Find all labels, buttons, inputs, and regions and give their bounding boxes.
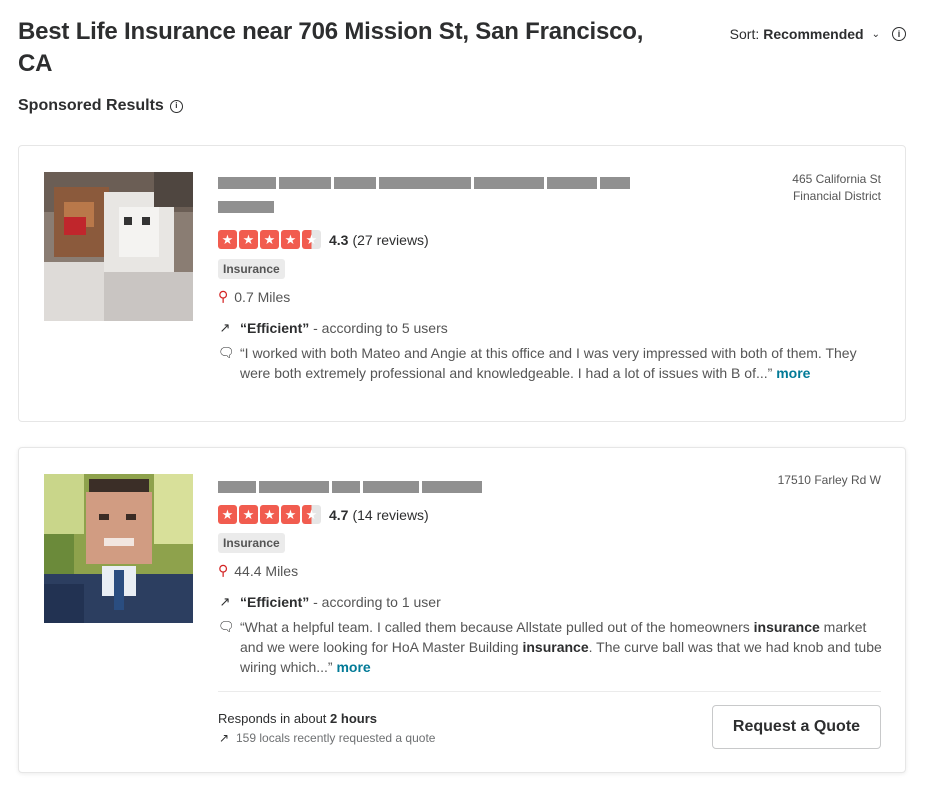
- sort-label: Sort:: [729, 26, 760, 42]
- trend-icon: ↗: [218, 731, 230, 745]
- category-tag[interactable]: Insurance: [218, 259, 285, 279]
- star-icon: ★: [218, 505, 237, 524]
- speech-bubble-icon: 🗨: [218, 619, 235, 634]
- snippet-keyword: insurance: [753, 619, 820, 635]
- star-icon: ★: [218, 230, 237, 249]
- business-photo[interactable]: [44, 474, 193, 623]
- more-link[interactable]: more: [336, 659, 370, 675]
- response-time: Responds in about 2 hours: [218, 711, 377, 726]
- rating-row: ★ ★ ★ ★ ★ 4.7 (14 reviews): [218, 505, 429, 524]
- info-icon[interactable]: i: [169, 99, 183, 113]
- sponsored-label: Sponsored Results: [18, 97, 164, 114]
- distance-value: 0.7 Miles: [234, 288, 291, 305]
- neighborhood: Financial District: [792, 189, 881, 203]
- address-line: 465 California St: [792, 172, 881, 186]
- locals-requested: ↗ 159 locals recently requested a quote: [218, 731, 436, 745]
- category-tag[interactable]: Insurance: [218, 533, 285, 553]
- responds-time: 2 hours: [330, 711, 377, 726]
- highlight-quote: “Efficient”: [240, 320, 310, 336]
- distance: ⚲ 0.7 Miles: [218, 288, 290, 305]
- business-address: 465 California St Financial District: [792, 171, 881, 205]
- locals-text: 159 locals recently requested a quote: [236, 731, 436, 745]
- business-name-redacted[interactable]: [218, 176, 630, 214]
- business-address: 17510 Farley Rd W: [778, 472, 881, 489]
- snippet-text: “I worked with both Mateo and Angie at t…: [240, 345, 857, 381]
- map-pin-icon: ⚲: [218, 288, 229, 304]
- snippet-keyword: insurance: [522, 639, 589, 655]
- sort-control[interactable]: Sort: Recommended ⌄ i: [730, 26, 906, 42]
- business-photo[interactable]: [44, 172, 193, 321]
- snippet-text: “What a helpful team. I called them beca…: [240, 619, 754, 635]
- address-line: 17510 Farley Rd W: [777, 473, 881, 487]
- highlight-suffix: - according to 1 user: [309, 594, 441, 610]
- review-snippet: 🗨 “I worked with both Mateo and Angie at…: [218, 343, 883, 383]
- highlight-quote: “Efficient”: [240, 594, 310, 610]
- star-icon: ★: [302, 230, 321, 249]
- chevron-down-icon[interactable]: ⌄: [872, 29, 880, 40]
- trend-icon: ↗: [219, 594, 231, 609]
- sponsored-header: Sponsored Results i: [18, 97, 183, 115]
- highlight: ↗ “Efficient” - according to 1 user: [218, 594, 441, 610]
- distance: ⚲ 44.4 Miles: [218, 562, 298, 579]
- page-title: Best Life Insurance near 706 Mission St,…: [18, 18, 644, 77]
- speech-bubble-icon: 🗨: [218, 345, 235, 360]
- star-icon: ★: [281, 230, 300, 249]
- star-rating: ★ ★ ★ ★ ★: [218, 505, 321, 524]
- map-pin-icon: ⚲: [218, 562, 229, 578]
- rating-row: ★ ★ ★ ★ ★ 4.3 (27 reviews): [218, 230, 429, 249]
- business-name-redacted[interactable]: [218, 480, 482, 494]
- rating-value: 4.7: [329, 506, 349, 523]
- review-count[interactable]: (27 reviews): [352, 232, 428, 248]
- request-quote-button[interactable]: Request a Quote: [712, 705, 881, 749]
- info-icon[interactable]: i: [892, 27, 906, 41]
- star-icon: ★: [260, 505, 279, 524]
- review-count[interactable]: (14 reviews): [352, 507, 428, 523]
- review-snippet: 🗨 “What a helpful team. I called them be…: [218, 617, 883, 677]
- divider: [218, 691, 881, 692]
- highlight-suffix: - according to 5 users: [309, 320, 448, 336]
- rating-value: 4.3: [329, 231, 349, 248]
- star-icon: ★: [239, 505, 258, 524]
- distance-value: 44.4 Miles: [234, 562, 299, 579]
- star-icon: ★: [281, 505, 300, 524]
- highlight: ↗ “Efficient” - according to 5 users: [218, 320, 448, 336]
- sort-value[interactable]: Recommended: [763, 26, 863, 42]
- responds-prefix: Responds in about: [218, 711, 331, 726]
- star-icon: ★: [302, 505, 321, 524]
- star-icon: ★: [260, 230, 279, 249]
- listing-card[interactable]: 465 California St Financial District ★ ★…: [18, 145, 906, 422]
- more-link[interactable]: more: [776, 365, 810, 381]
- listing-card[interactable]: 17510 Farley Rd W ★ ★ ★ ★ ★ 4.7 (14 revi…: [18, 447, 906, 773]
- star-icon: ★: [239, 230, 258, 249]
- star-rating: ★ ★ ★ ★ ★: [218, 230, 321, 249]
- trend-icon: ↗: [219, 320, 231, 335]
